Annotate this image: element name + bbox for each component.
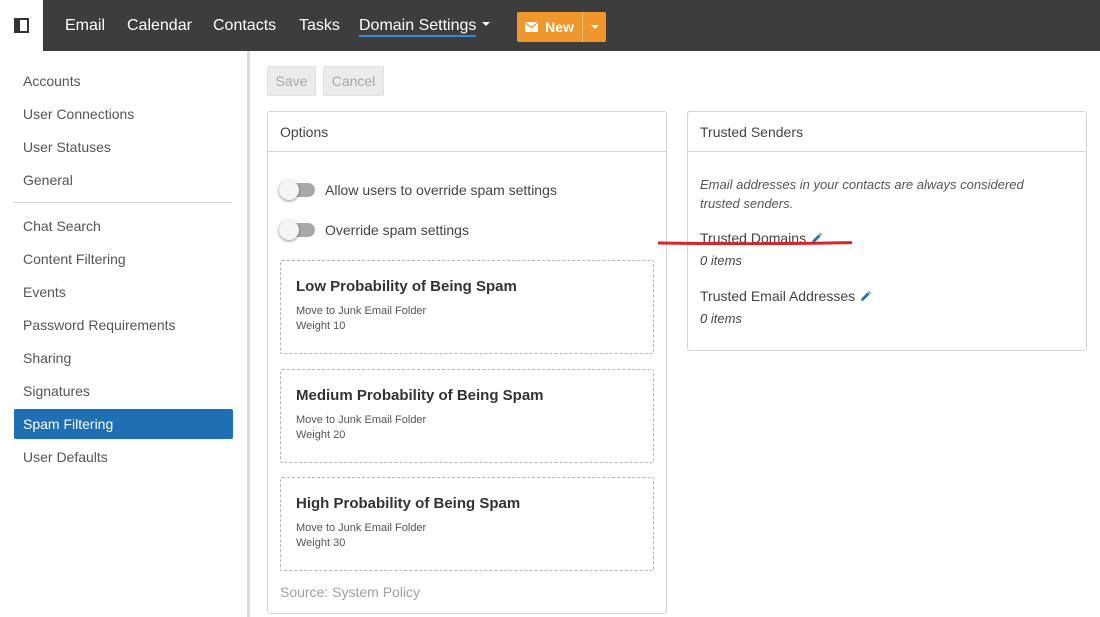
envelope-icon [525, 22, 539, 32]
trusted-addresses-label: Trusted Email Addresses [700, 288, 856, 304]
trusted-addresses-row: Trusted Email Addresses [700, 288, 872, 304]
spam-level-title: Medium Probability of Being Spam [296, 387, 544, 404]
sidebar-toggle-button[interactable] [0, 0, 43, 51]
panel-left-icon [14, 18, 29, 33]
spam-level-action: Move to Junk Email Folder [296, 414, 427, 426]
trusted-senders-panel: Trusted Senders Email addresses in your … [687, 111, 1087, 351]
override-spam-toggle[interactable] [279, 220, 315, 240]
allow-override-toggle[interactable] [279, 180, 315, 200]
annotation-underline [658, 241, 852, 245]
nav-contacts-label: Contacts [213, 17, 277, 34]
sidebar-item-sharing[interactable]: Sharing [14, 343, 233, 373]
nav-contacts[interactable]: Contacts [213, 0, 276, 51]
spam-level-action: Move to Junk Email Folder [296, 522, 427, 534]
save-button[interactable]: Save [267, 66, 316, 96]
trusted-senders-description: Email addresses in your contacts are alw… [700, 177, 1024, 211]
new-button[interactable]: New [517, 12, 582, 42]
nav-calendar-label: Calendar [127, 17, 192, 34]
override-spam-toggle-row: Override spam settings [279, 220, 469, 240]
spam-level-title: High Probability of Being Spam [296, 495, 521, 512]
sidebar-item-general[interactable]: General [14, 165, 233, 195]
nav-email-label: Email [65, 17, 106, 34]
new-button-group: New [517, 12, 606, 42]
trusted-domains-count: 0 items [700, 253, 742, 268]
spam-level-high[interactable]: High Probability of Being Spam Move to J… [280, 477, 654, 571]
trusted-senders-title: Trusted Senders [688, 112, 1086, 152]
chevron-down-icon [482, 21, 491, 26]
nav-tasks[interactable]: Tasks [299, 0, 340, 51]
pencil-icon[interactable] [860, 290, 872, 302]
sidebar-item-password-requirements[interactable]: Password Requirements [14, 310, 233, 340]
spam-level-medium[interactable]: Medium Probability of Being Spam Move to… [280, 369, 654, 463]
cancel-button[interactable]: Cancel [323, 66, 384, 96]
options-panel: Options Allow users to override spam set… [267, 111, 667, 614]
sidebar-item-user-statuses[interactable]: User Statuses [14, 132, 233, 162]
sidebar-item-events[interactable]: Events [14, 277, 233, 307]
sidebar-item-spam-filtering[interactable]: Spam Filtering [14, 409, 233, 439]
trusted-addresses-count: 0 items [700, 311, 742, 326]
sidebar-splitter[interactable] [247, 51, 250, 617]
spam-level-action: Move to Junk Email Folder [296, 305, 427, 317]
spam-level-low[interactable]: Low Probability of Being Spam Move to Ju… [280, 260, 654, 354]
nav-domain-settings-label: Domain Settings [359, 17, 477, 37]
sidebar-item-chat-search[interactable]: Chat Search [14, 211, 233, 241]
sidebar-item-content-filtering[interactable]: Content Filtering [14, 244, 233, 274]
sidebar-divider [14, 202, 232, 203]
nav-domain-settings[interactable]: Domain Settings [359, 0, 491, 51]
nav-tasks-label: Tasks [299, 17, 340, 34]
spam-level-weight: Weight 30 [296, 537, 346, 549]
sidebar-item-user-defaults[interactable]: User Defaults [14, 442, 233, 472]
override-spam-label: Override spam settings [325, 222, 469, 238]
allow-override-toggle-row: Allow users to override spam settings [279, 180, 557, 200]
allow-override-label: Allow users to override spam settings [325, 182, 557, 198]
new-dropdown-button[interactable] [582, 12, 606, 42]
top-bar: Email Calendar Contacts Tasks Domain Set… [0, 0, 1100, 51]
sidebar-item-user-connections[interactable]: User Connections [14, 99, 233, 129]
nav-calendar[interactable]: Calendar [127, 0, 192, 51]
spam-level-title: Low Probability of Being Spam [296, 278, 517, 295]
spam-level-weight: Weight 20 [296, 429, 346, 441]
nav-email[interactable]: Email [65, 0, 105, 51]
chevron-down-icon [590, 25, 599, 29]
policy-source-text: Source: System Policy [280, 584, 421, 600]
sidebar-item-accounts[interactable]: Accounts [14, 66, 233, 96]
options-panel-title: Options [268, 112, 666, 152]
sidebar-item-signatures[interactable]: Signatures [14, 376, 233, 406]
spam-level-weight: Weight 10 [296, 320, 346, 332]
new-button-label: New [545, 19, 574, 35]
